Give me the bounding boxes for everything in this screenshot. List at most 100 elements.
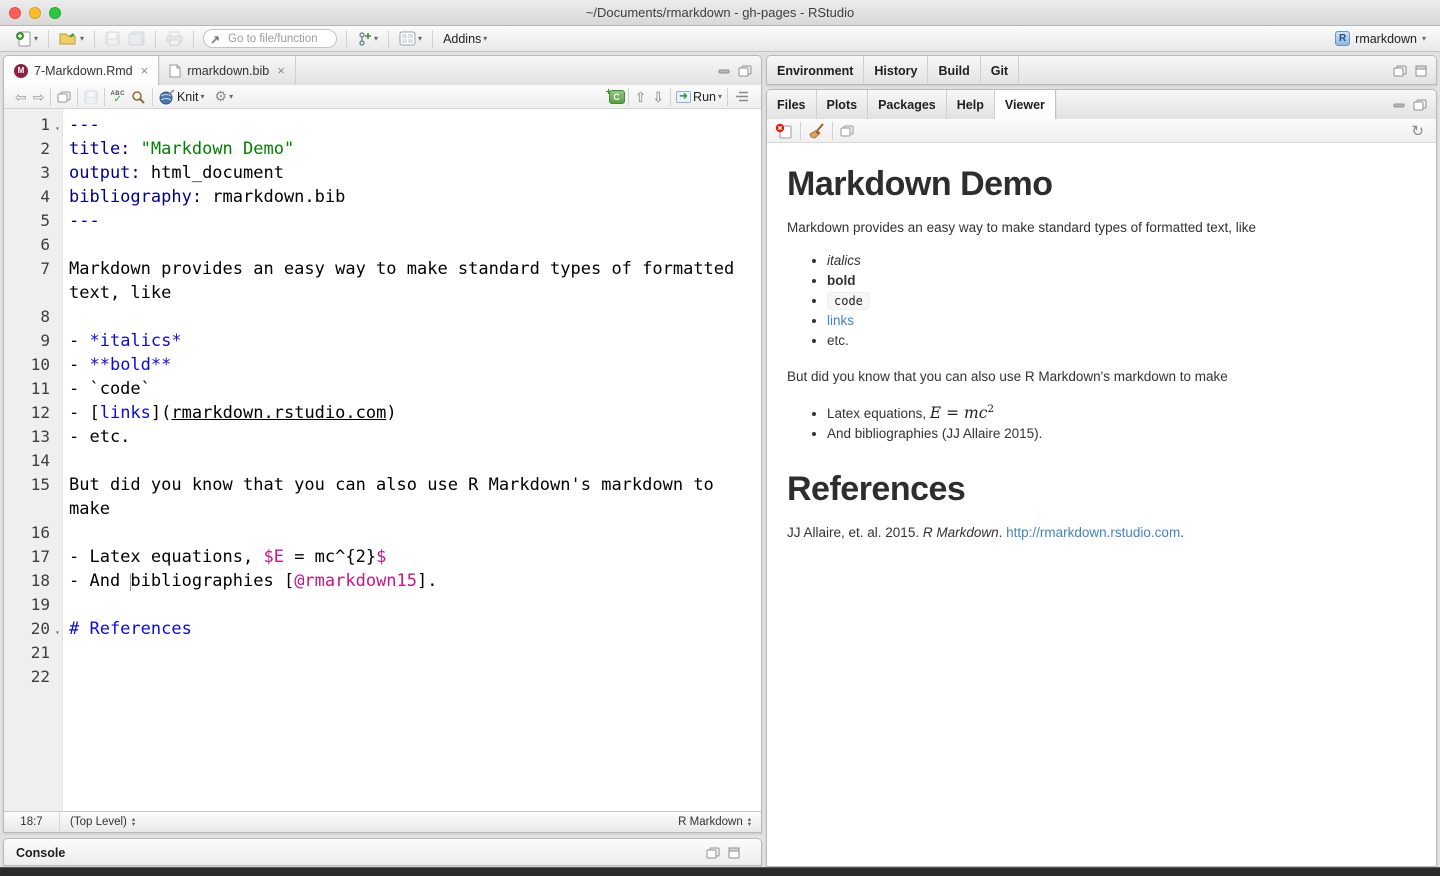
clear-viewer-icon[interactable] [775, 123, 793, 139]
new-file-button[interactable]: ▾ [13, 29, 40, 48]
close-icon[interactable]: × [141, 63, 149, 78]
code-line-14[interactable]: 14 [4, 449, 761, 473]
chevron-down-icon[interactable]: ▾ [229, 93, 233, 101]
version-control-button[interactable]: ▾ [355, 30, 380, 48]
go-to-previous-chunk-icon[interactable]: ⇧ [632, 90, 650, 104]
code-text[interactable] [62, 305, 754, 329]
code-line-12[interactable]: 12- [links](rmarkdown.rstudio.com) [4, 401, 761, 425]
code-text[interactable]: - Latex equations, $E = mc^{2}$ [62, 545, 754, 569]
open-in-window-icon[interactable] [54, 91, 74, 103]
code-text[interactable] [62, 521, 754, 545]
restore-pane-icon[interactable] [706, 847, 720, 859]
tab-git[interactable]: Git [981, 56, 1019, 85]
maximize-pane-icon[interactable] [1415, 65, 1427, 77]
tab-build[interactable]: Build [928, 56, 980, 85]
code-text[interactable]: - *italics* [62, 329, 754, 353]
maximize-pane-icon[interactable] [738, 65, 752, 77]
save-button[interactable] [103, 30, 122, 47]
chevron-down-icon[interactable]: ▾ [418, 35, 422, 43]
code-line-7[interactable]: 7Markdown provides an easy way to make s… [4, 257, 761, 305]
code-line-8[interactable]: 8 [4, 305, 761, 329]
insert-chunk-button[interactable]: C + [609, 90, 625, 104]
code-line-10[interactable]: 10- **bold** [4, 353, 761, 377]
find-icon[interactable] [127, 90, 149, 104]
forward-icon[interactable]: ⇨ [30, 90, 48, 104]
close-icon[interactable]: × [277, 63, 285, 78]
filetype-selector[interactable]: R Markdown ▴▾ [678, 816, 761, 828]
code-text[interactable]: --- [62, 209, 754, 233]
editor-tab-rmd[interactable]: M 7-Markdown.Rmd × [4, 56, 159, 85]
code-line-20[interactable]: 20▾# References [4, 617, 761, 641]
code-text[interactable]: But did you know that you can also use R… [62, 473, 754, 521]
tab-packages[interactable]: Packages [868, 90, 947, 119]
tab-viewer[interactable]: Viewer [995, 90, 1056, 119]
code-text[interactable] [62, 233, 754, 257]
code-text[interactable]: Markdown provides an easy way to make st… [62, 257, 754, 305]
tab-help[interactable]: Help [947, 90, 995, 119]
code-line-3[interactable]: 3output: html_document [4, 161, 761, 185]
tab-environment[interactable]: Environment [767, 56, 864, 85]
open-file-button[interactable]: ▾ [57, 30, 86, 47]
console-header[interactable]: Console [4, 839, 761, 866]
knit-button[interactable]: Knit ▾ [156, 88, 207, 106]
code-text[interactable]: --- [62, 113, 754, 137]
run-button[interactable]: ➜ Run ▾ [674, 89, 724, 105]
code-text[interactable]: - etc. [62, 425, 754, 449]
scope-selector[interactable]: (Top Level) ▴▾ [60, 816, 145, 828]
document-settings-button[interactable]: ⚙ ▾ [213, 87, 236, 106]
code-line-5[interactable]: 5--- [4, 209, 761, 233]
code-line-1[interactable]: 1▾--- [4, 113, 761, 137]
chevron-down-icon[interactable]: ▾ [374, 35, 378, 43]
code-line-2[interactable]: 2title: "Markdown Demo" [4, 137, 761, 161]
code-text[interactable] [62, 665, 754, 689]
code-text[interactable]: - And bibliographies [@rmarkdown15]. [62, 569, 754, 593]
code-text[interactable]: # References [62, 617, 754, 641]
editor-tab-bib[interactable]: rmarkdown.bib × [159, 56, 296, 85]
open-in-new-window-icon[interactable] [840, 125, 854, 137]
code-line-6[interactable]: 6 [4, 233, 761, 257]
back-icon[interactable]: ⇦ [12, 90, 30, 104]
code-line-21[interactable]: 21 [4, 641, 761, 665]
save-all-button[interactable] [126, 30, 147, 47]
code-editor[interactable]: 1▾---2title: "Markdown Demo"3output: htm… [4, 109, 761, 811]
code-text[interactable] [62, 593, 754, 617]
code-text[interactable]: - [links](rmarkdown.rstudio.com) [62, 401, 754, 425]
chevron-down-icon[interactable]: ▾ [201, 93, 205, 101]
tab-plots[interactable]: Plots [817, 90, 869, 119]
restore-pane-icon[interactable] [1413, 99, 1427, 111]
code-text[interactable] [62, 641, 754, 665]
chevron-down-icon[interactable]: ▾ [718, 93, 722, 101]
code-line-4[interactable]: 4bibliography: rmarkdown.bib [4, 185, 761, 209]
code-line-22[interactable]: 22 [4, 665, 761, 689]
addins-button[interactable]: Addins ▾ [441, 31, 489, 47]
chevron-down-icon[interactable]: ▾ [80, 35, 84, 43]
code-line-18[interactable]: 18- And bibliographies [@rmarkdown15]. [4, 569, 761, 593]
print-button[interactable] [164, 30, 185, 47]
minimize-pane-icon[interactable] [1393, 100, 1405, 110]
restore-pane-icon[interactable] [1393, 65, 1407, 77]
broom-icon[interactable] [808, 123, 825, 139]
code-text[interactable]: title: "Markdown Demo" [62, 137, 754, 161]
code-text[interactable]: output: html_document [62, 161, 754, 185]
code-line-13[interactable]: 13- etc. [4, 425, 761, 449]
panes-layout-button[interactable]: ▾ [397, 30, 424, 47]
tab-files[interactable]: Files [767, 90, 817, 119]
links-link[interactable]: links [827, 313, 854, 328]
code-text[interactable]: bibliography: rmarkdown.bib [62, 185, 754, 209]
code-line-16[interactable]: 16 [4, 521, 761, 545]
code-line-11[interactable]: 11- `code` [4, 377, 761, 401]
go-to-next-chunk-icon[interactable]: ⇩ [649, 90, 667, 104]
refresh-icon[interactable]: ↻ [1411, 122, 1428, 140]
code-text[interactable]: - **bold** [62, 353, 754, 377]
goto-file-input[interactable] [203, 29, 337, 48]
tab-history[interactable]: History [864, 56, 928, 85]
chevron-down-icon[interactable]: ▾ [34, 35, 38, 43]
project-menu-button[interactable]: R rmarkdown ▾ [1335, 31, 1432, 46]
minimize-pane-icon[interactable] [718, 66, 730, 76]
spellcheck-button[interactable]: ABC ✓ [108, 91, 127, 103]
maximize-pane-icon[interactable] [728, 847, 740, 859]
code-line-17[interactable]: 17- Latex equations, $E = mc^{2}$ [4, 545, 761, 569]
reference-link[interactable]: http://rmarkdown.rstudio.com [1006, 525, 1180, 540]
document-outline-icon[interactable] [731, 91, 753, 102]
code-line-15[interactable]: 15But did you know that you can also use… [4, 473, 761, 521]
